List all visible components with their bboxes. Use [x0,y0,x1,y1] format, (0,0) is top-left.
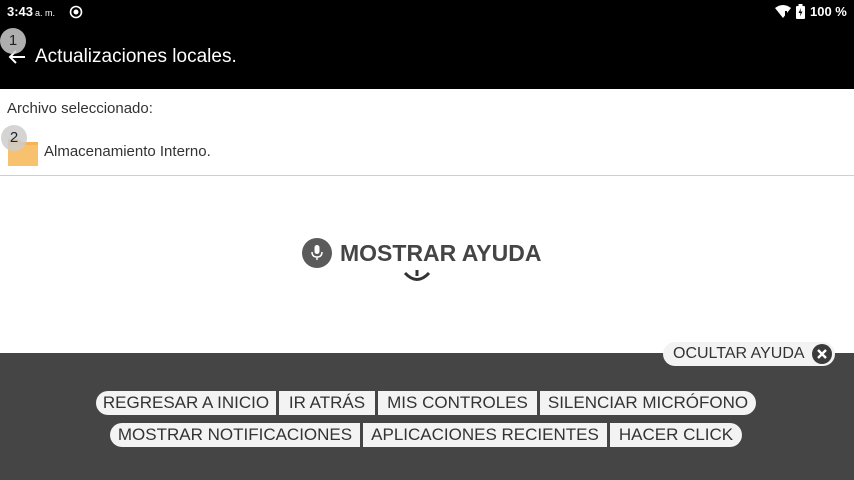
loading-arc-icon [403,270,431,281]
status-bar: 3:43 a. m. 100 % [0,0,854,24]
status-time: 3:43 a. m. [7,4,56,19]
command-my-controls[interactable]: MIS CONTROLES [378,391,537,415]
command-go-home[interactable]: REGRESAR A INICIO [96,391,276,415]
selected-file-label: Archivo seleccionado: [7,100,153,117]
file-name: Almacenamiento Interno. [44,143,211,160]
command-mute-microphone[interactable]: SILENCIAR MICRÓFONO [540,391,756,415]
command-click[interactable]: HACER CLICK [610,423,742,447]
command-show-notifications[interactable]: MOSTRAR NOTIFICACIONES [110,423,360,447]
battery-icon [796,4,805,19]
microphone-icon [302,238,332,268]
close-circle-icon [811,344,832,364]
command-go-back[interactable]: IR ATRÁS [279,391,375,415]
wifi-icon [775,5,791,18]
number-badge-2: 2 [1,125,27,151]
number-badge-1: 1 [0,28,26,54]
app-bar: Actualizaciones locales. [0,24,854,89]
show-help-label: MOSTRAR AYUDA [340,239,542,266]
file-list-item[interactable]: Almacenamiento Interno. [0,133,854,173]
hide-help-label: OCULTAR AYUDA [673,345,805,362]
status-ampm: a. m. [35,8,56,18]
page-title: Actualizaciones locales. [35,46,237,67]
command-recent-apps[interactable]: APLICACIONES RECIENTES [363,423,607,447]
battery-percent: 100 % [810,4,847,19]
divider [0,175,854,176]
show-help-button[interactable]: MOSTRAR AYUDA [302,236,541,270]
voice-commands-overlay [0,353,854,480]
hide-help-button[interactable]: OCULTAR AYUDA [663,342,835,366]
sync-icon [69,5,83,19]
